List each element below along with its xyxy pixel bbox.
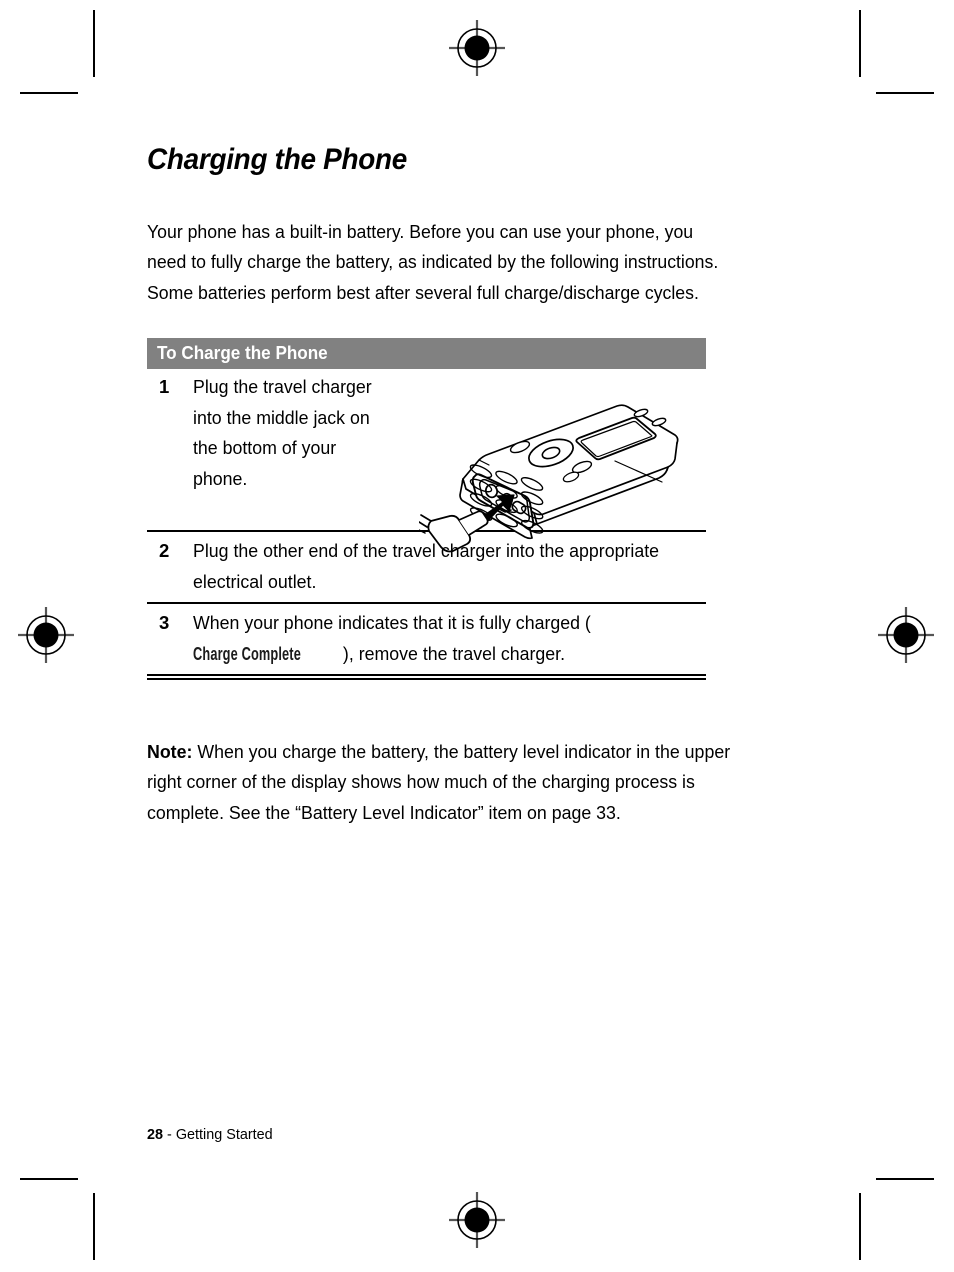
crop-mark-top-left-vertical [93, 10, 95, 77]
crop-mark-top-left-horizontal [20, 92, 78, 94]
procedure-table: To Charge the Phone 1 Plug the travel ch… [147, 338, 706, 680]
procedure-table-header-label: To Charge the Phone [157, 343, 328, 363]
step-text: Plug the travel charger into the middle … [193, 376, 372, 489]
registration-target-right [878, 607, 934, 663]
procedure-table-header: To Charge the Phone [147, 338, 706, 369]
page-footer: 28 - Getting Started [147, 1124, 273, 1146]
note-text: When you charge the battery, the battery… [147, 740, 731, 823]
crop-mark-bottom-right-vertical [859, 1193, 861, 1260]
registration-target-top [449, 20, 505, 76]
crop-mark-top-right-vertical [859, 10, 861, 77]
crop-mark-bottom-left-horizontal [20, 1178, 78, 1180]
step-text-after: ), remove the travel charger. [342, 642, 566, 664]
page-title: Charging the Phone [147, 143, 408, 176]
step-text: Plug the other end of the travel charger… [193, 540, 660, 592]
table-rule-double [147, 674, 706, 680]
table-row: 3 When your phone indicates that it is f… [147, 604, 706, 674]
step-number: 3 [159, 612, 170, 633]
device-display-text: Charge Complete [193, 642, 301, 664]
registration-target-left [18, 607, 74, 663]
intro-paragraph: Your phone has a built-in battery. Befor… [147, 220, 719, 303]
table-row: 2 Plug the other end of the travel charg… [147, 532, 706, 602]
crop-mark-top-right-horizontal [876, 92, 934, 94]
footer-page-number: 28 [147, 1126, 164, 1143]
step-text-before: When your phone indicates that it is ful… [193, 612, 591, 633]
registration-target-bottom [449, 1192, 505, 1248]
step-number: 2 [159, 540, 170, 561]
step-number: 1 [159, 376, 170, 397]
crop-mark-bottom-left-vertical [93, 1193, 95, 1260]
step-text: When your phone indicates that it is ful… [193, 608, 685, 669]
crop-mark-bottom-right-horizontal [876, 1178, 934, 1180]
footer-section: Getting Started [175, 1126, 273, 1143]
table-row: 1 Plug the travel charger into the middl… [147, 369, 706, 553]
note-paragraph: Note: When you charge the battery, the b… [147, 737, 761, 829]
note-label: Note: [147, 740, 193, 762]
footer-separator: - [163, 1126, 176, 1143]
